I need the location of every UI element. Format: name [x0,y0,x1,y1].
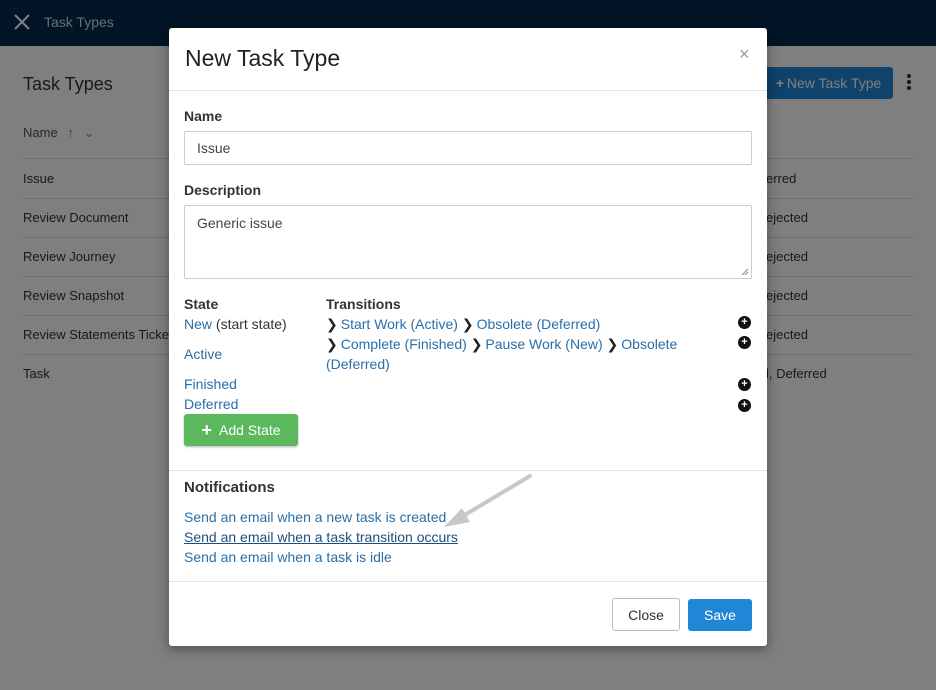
description-text: Generic issue [197,215,283,231]
chevron-right-icon: ❯ [470,336,483,352]
add-transition-icon[interactable]: + [738,336,751,349]
dialog-title: New Task Type [185,45,341,71]
plus-icon: + [201,420,212,440]
name-label: Name [184,108,223,124]
section-divider [169,470,767,471]
header-divider [169,90,767,91]
state-item-active: Active [184,346,222,362]
transition-link[interactable]: Obsolete [621,336,677,352]
state-item-new: New (start state) [184,316,287,332]
description-label: Description [184,182,262,198]
transitions-active: ❯ Complete (Finished) ❯ Pause Work (New) ❯… [326,334,716,374]
close-icon[interactable]: × [739,44,750,65]
chevron-right-icon: ❯ [326,336,338,352]
close-button[interactable]: Close [612,598,680,631]
notification-link-created[interactable]: Send an email when a new task is created [184,509,446,525]
state-item-deferred: Deferred [184,396,238,412]
chevron-right-icon: ❯ [461,316,474,332]
state-label: State [184,296,219,312]
notifications-label: Notifications [184,479,275,496]
transition-link[interactable]: Obsolete (Deferred) [477,316,601,332]
notification-link-transition[interactable]: Send an email when a task transition occ… [184,529,458,545]
state-suffix: (start state) [215,316,287,332]
transition-link[interactable]: Start Work (Active) [341,316,458,332]
transition-link[interactable]: Pause Work (New) [485,336,602,352]
state-link-new[interactable]: New [184,316,212,332]
state-item-finished: Finished [184,376,237,392]
chevron-right-icon: ❯ [606,336,619,352]
add-state-label: Add State [219,422,281,438]
state-link-deferred[interactable]: Deferred [184,396,238,412]
state-link-finished[interactable]: Finished [184,376,237,392]
transitions-label: Transitions [326,296,401,312]
save-button[interactable]: Save [688,599,752,631]
notification-link-idle[interactable]: Send an email when a task is idle [184,549,392,565]
new-task-type-dialog: New Task Type × Name Issue Description G… [169,28,767,646]
add-transition-icon[interactable]: + [738,399,751,412]
state-link-active[interactable]: Active [184,346,222,362]
transition-link[interactable]: Complete (Finished) [341,336,467,352]
footer-divider [169,581,767,582]
chevron-right-icon: ❯ [326,316,338,332]
add-transition-icon[interactable]: + [738,378,751,391]
transition-link-wrap[interactable]: (Deferred) [326,356,390,372]
add-state-button[interactable]: + Add State [184,414,298,446]
name-input[interactable]: Issue [184,131,752,165]
add-transition-icon[interactable]: + [738,316,751,329]
transitions-new: ❯ Start Work (Active) ❯ Obsolete (Deferred… [326,314,716,334]
resize-handle-icon[interactable] [741,268,749,276]
description-textarea[interactable]: Generic issue [184,205,752,279]
